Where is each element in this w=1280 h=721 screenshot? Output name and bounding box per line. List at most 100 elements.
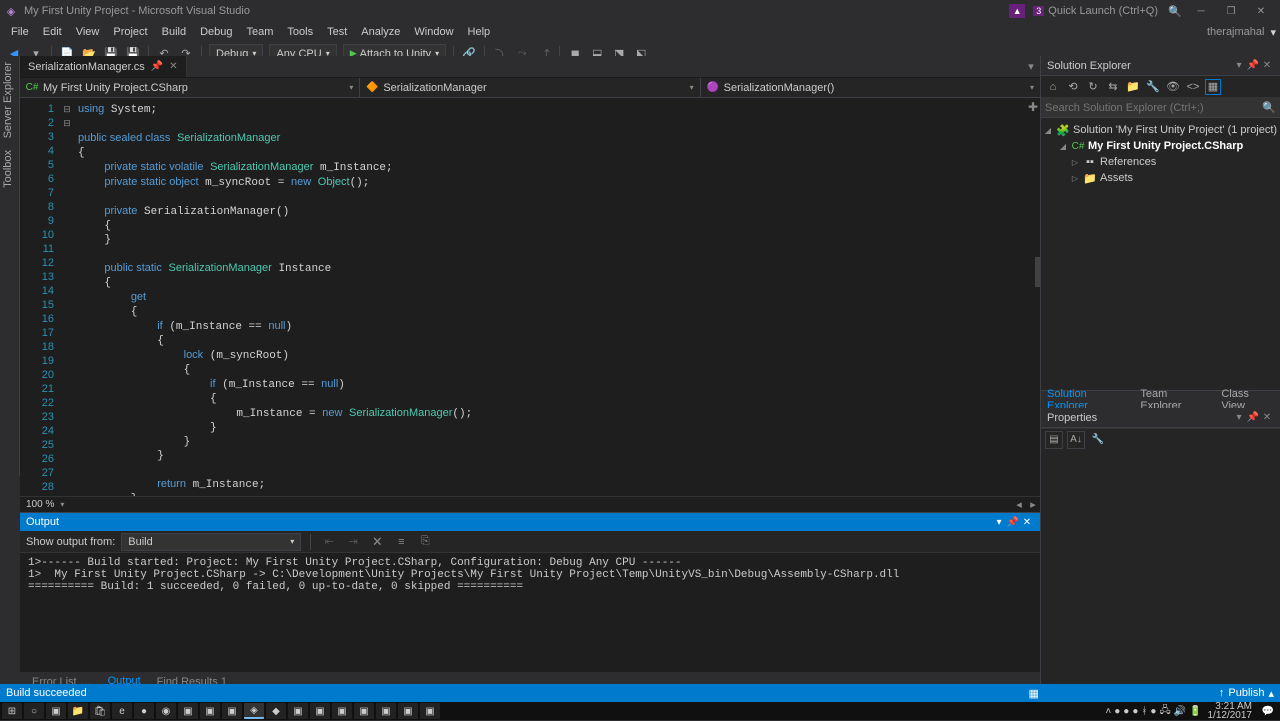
tray-volume-icon[interactable]: 🔊 bbox=[1174, 706, 1186, 717]
app2-taskbar-icon[interactable]: ▣ bbox=[178, 703, 198, 719]
se-refresh-icon[interactable]: ↻ bbox=[1085, 79, 1101, 95]
search-icon[interactable]: 🔍 bbox=[1168, 4, 1182, 18]
action-center-icon[interactable]: 💬 bbox=[1258, 703, 1278, 719]
hscroll-left[interactable]: ◂ bbox=[1012, 498, 1026, 511]
chrome-taskbar-icon[interactable]: ◉ bbox=[156, 703, 176, 719]
maximize-button[interactable]: ❐ bbox=[1216, 1, 1246, 21]
tray-icon[interactable]: ● bbox=[1132, 706, 1138, 717]
zoom-dropdown-icon[interactable]: ▾ bbox=[60, 500, 64, 509]
tray-icon[interactable]: ● bbox=[1150, 706, 1156, 717]
output-close-icon[interactable]: ✕ bbox=[1020, 517, 1034, 528]
explorer-taskbar-icon[interactable]: 📁 bbox=[68, 703, 88, 719]
close-button[interactable]: ✕ bbox=[1246, 1, 1276, 21]
se-code-icon[interactable]: <> bbox=[1185, 79, 1201, 95]
start-button[interactable]: ⊞ bbox=[2, 703, 22, 719]
tree-assets[interactable]: ▷📁Assets bbox=[1043, 170, 1278, 186]
se-tree[interactable]: ◢🧩Solution 'My First Unity Project' (1 p… bbox=[1041, 118, 1280, 390]
project-combo[interactable]: C#My First Unity Project.CSharp bbox=[20, 78, 360, 97]
tray-battery-icon[interactable]: 🔋 bbox=[1189, 706, 1201, 717]
properties-header[interactable]: Properties ▾ 📌 ✕ bbox=[1041, 408, 1280, 428]
server-explorer-tab[interactable]: Server Explorer bbox=[0, 56, 16, 144]
code-editor[interactable]: ✚ 12345678910111213141516171819202122232… bbox=[20, 98, 1040, 496]
app10-taskbar-icon[interactable]: ▣ bbox=[398, 703, 418, 719]
props-dropdown-icon[interactable]: ▾ bbox=[1232, 412, 1246, 423]
tray-icon[interactable]: ● bbox=[1123, 706, 1129, 717]
tree-solution[interactable]: ◢🧩Solution 'My First Unity Project' (1 p… bbox=[1043, 122, 1278, 138]
output-title[interactable]: Output ▾ 📌 ✕ bbox=[20, 513, 1040, 531]
app8-taskbar-icon[interactable]: ▣ bbox=[354, 703, 374, 719]
se-home-icon[interactable]: ⌂ bbox=[1045, 79, 1061, 95]
menu-project[interactable]: Project bbox=[106, 26, 154, 38]
output-toggle-icon[interactable]: ⎘ bbox=[416, 533, 434, 551]
tray-up-icon[interactable]: ˄ bbox=[1105, 706, 1111, 717]
tray-bluetooth-icon[interactable]: ᚼ bbox=[1141, 706, 1147, 717]
se-search[interactable]: 🔍 bbox=[1041, 98, 1280, 118]
edge-taskbar-icon[interactable]: e bbox=[112, 703, 132, 719]
cortana-button[interactable]: ○ bbox=[24, 703, 44, 719]
class-combo[interactable]: 🔶SerializationManager bbox=[360, 78, 700, 97]
user-dropdown-icon[interactable]: ▾ bbox=[1270, 26, 1276, 39]
app7-taskbar-icon[interactable]: ▣ bbox=[332, 703, 352, 719]
document-tab[interactable]: SerializationManager.cs 📌 ✕ bbox=[20, 56, 187, 77]
taskview-button[interactable]: ▣ bbox=[46, 703, 66, 719]
props-categorized-icon[interactable]: ▤ bbox=[1045, 431, 1063, 449]
taskbar-clock[interactable]: 3:21 AM1/12/2017 bbox=[1208, 702, 1253, 720]
se-properties-icon[interactable]: 🔧 bbox=[1145, 79, 1161, 95]
se-search-icon[interactable]: 🔍 bbox=[1262, 101, 1276, 114]
menu-window[interactable]: Window bbox=[407, 26, 460, 38]
se-search-input[interactable] bbox=[1045, 102, 1262, 114]
menu-help[interactable]: Help bbox=[461, 26, 498, 38]
toolbox-tab[interactable]: Toolbox bbox=[0, 144, 16, 194]
app3-taskbar-icon[interactable]: ▣ bbox=[200, 703, 220, 719]
split-editor-icon[interactable]: ✚ bbox=[1028, 100, 1038, 114]
app9-taskbar-icon[interactable]: ▣ bbox=[376, 703, 396, 719]
menu-analyze[interactable]: Analyze bbox=[354, 26, 407, 38]
pin-icon[interactable]: 📌 bbox=[151, 61, 163, 72]
system-tray[interactable]: ˄ ● ● ● ᚼ ● 🖧 🔊 🔋 bbox=[1105, 703, 1201, 720]
menu-file[interactable]: File bbox=[4, 26, 36, 38]
se-view-icon[interactable]: ▦ bbox=[1205, 79, 1221, 95]
output-clear-icon[interactable]: 🗙 bbox=[368, 533, 386, 551]
props-close-icon[interactable]: ✕ bbox=[1260, 412, 1274, 423]
props-alpha-icon[interactable]: A↓ bbox=[1067, 431, 1085, 449]
quick-launch-input[interactable]: Quick Launch (Ctrl+Q) bbox=[1048, 5, 1158, 17]
tray-icon[interactable]: ● bbox=[1114, 706, 1120, 717]
menu-view[interactable]: View bbox=[69, 26, 107, 38]
solution-explorer-header[interactable]: Solution Explorer ▾ 📌 ✕ bbox=[1041, 56, 1280, 76]
zoom-level[interactable]: 100 % bbox=[20, 499, 60, 510]
se-close-icon[interactable]: ✕ bbox=[1260, 60, 1274, 71]
menu-test[interactable]: Test bbox=[320, 26, 354, 38]
signed-in-user[interactable]: therajmahal bbox=[1207, 26, 1264, 38]
app6-taskbar-icon[interactable]: ▣ bbox=[310, 703, 330, 719]
tray-network-icon[interactable]: 🖧 bbox=[1159, 703, 1170, 720]
app-taskbar-icon[interactable]: ● bbox=[134, 703, 154, 719]
output-dropdown-icon[interactable]: ▾ bbox=[992, 517, 1006, 528]
menu-tools[interactable]: Tools bbox=[280, 26, 320, 38]
member-combo[interactable]: 🟣SerializationManager() bbox=[701, 78, 1040, 97]
tree-project[interactable]: ◢C#My First Unity Project.CSharp bbox=[1043, 138, 1278, 154]
hscroll-right[interactable]: ▸ bbox=[1026, 498, 1040, 511]
app4-taskbar-icon[interactable]: ▣ bbox=[222, 703, 242, 719]
fold-gutter[interactable]: ⊟⊟ bbox=[60, 98, 74, 496]
se-sync-icon[interactable]: ⇆ bbox=[1105, 79, 1121, 95]
props-pin-icon[interactable]: 📌 bbox=[1246, 412, 1260, 423]
menu-build[interactable]: Build bbox=[155, 26, 193, 38]
app11-taskbar-icon[interactable]: ▣ bbox=[420, 703, 440, 719]
output-body[interactable]: 1>------ Build started: Project: My Firs… bbox=[20, 553, 1040, 672]
notifications-badge[interactable]: 3 bbox=[1033, 6, 1044, 16]
se-collapse-icon[interactable]: ⟲ bbox=[1065, 79, 1081, 95]
unity-taskbar-icon[interactable]: ◆ bbox=[266, 703, 286, 719]
publish-button[interactable]: ↑ Publish ▴ bbox=[1219, 687, 1274, 700]
tree-references[interactable]: ▷▪▪References bbox=[1043, 154, 1278, 170]
output-from-select[interactable]: Build bbox=[121, 533, 301, 551]
menu-debug[interactable]: Debug bbox=[193, 26, 239, 38]
props-pages-icon[interactable]: 🔧 bbox=[1089, 431, 1107, 449]
vs-taskbar-icon[interactable]: ◈ bbox=[244, 703, 264, 719]
se-showall-icon[interactable]: 📁 bbox=[1125, 79, 1141, 95]
close-tab-icon[interactable]: ✕ bbox=[169, 61, 177, 72]
menu-team[interactable]: Team bbox=[240, 26, 281, 38]
code-body[interactable]: using System; public sealed class Serial… bbox=[74, 98, 1040, 496]
minimize-button[interactable]: ─ bbox=[1186, 1, 1216, 21]
output-pin-icon[interactable]: 📌 bbox=[1006, 517, 1020, 528]
tab-overflow-button[interactable]: ▾ bbox=[1022, 56, 1040, 77]
